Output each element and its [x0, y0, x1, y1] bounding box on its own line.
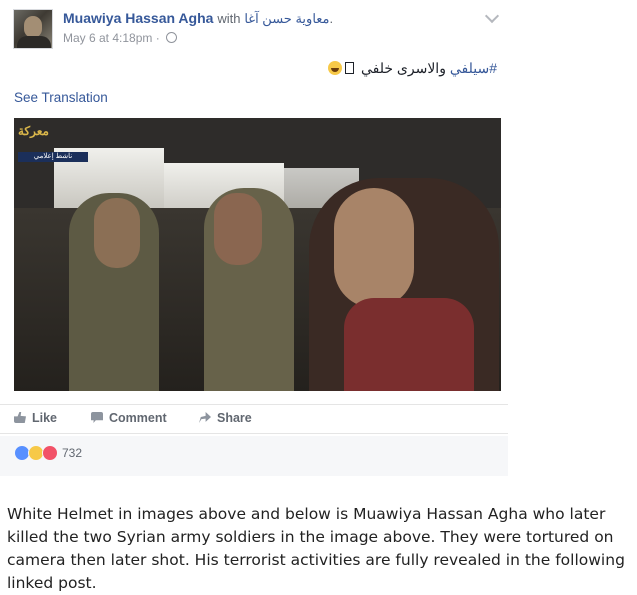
timestamp-text: May 6 at 4:18pm · [63, 31, 164, 45]
like-label: Like [32, 411, 58, 425]
post-text: #سيلفي والاسرى خلفي [325, 60, 497, 77]
comment-label: Comment [109, 411, 167, 425]
share-icon [199, 412, 211, 423]
unknown-glyph-icon [345, 62, 355, 74]
laughing-emoji-icon [328, 61, 343, 75]
author-line: Muawiya Hassan Agha with معاوية حسن آغا. [63, 10, 333, 27]
avatar-face [24, 16, 42, 38]
chevron-down-icon[interactable] [484, 8, 500, 24]
like-button[interactable]: Like [14, 411, 57, 425]
post-text-body: والاسرى خلفي [357, 60, 450, 76]
globe-icon [166, 32, 178, 43]
see-translation-link[interactable]: See Translation [14, 90, 108, 105]
hashtag-link[interactable]: #سيلفي [450, 60, 497, 76]
love-reaction-icon [42, 445, 58, 461]
thumbs-up-icon [14, 412, 26, 423]
photo-badge: ناشط إعلامي [18, 152, 88, 162]
author-avatar[interactable] [13, 9, 53, 49]
with-word: with [217, 11, 241, 26]
share-button[interactable]: Share [199, 411, 252, 425]
comment-icon [91, 412, 103, 423]
author-name-link[interactable]: Muawiya Hassan Agha [63, 10, 213, 26]
reactions-bar[interactable]: 732 [0, 436, 508, 476]
facebook-post: Muawiya Hassan Agha with معاوية حسن آغا.… [0, 0, 508, 478]
post-photo[interactable]: معركة ناشط إعلامي [14, 118, 501, 391]
photo-watermark: معركة [18, 124, 49, 138]
tagged-user-link[interactable]: معاوية حسن آغا [244, 11, 329, 26]
comment-button[interactable]: Comment [91, 411, 167, 425]
avatar-body [17, 36, 51, 48]
share-label: Share [217, 411, 252, 425]
tagged-suffix: . [329, 11, 334, 26]
article-caption: White Helmet in images above and below i… [7, 505, 625, 592]
reaction-count[interactable]: 732 [62, 446, 82, 460]
post-timestamp[interactable]: May 6 at 4:18pm · [63, 31, 178, 45]
post-actions-bar: Like Comment Share [0, 404, 508, 434]
